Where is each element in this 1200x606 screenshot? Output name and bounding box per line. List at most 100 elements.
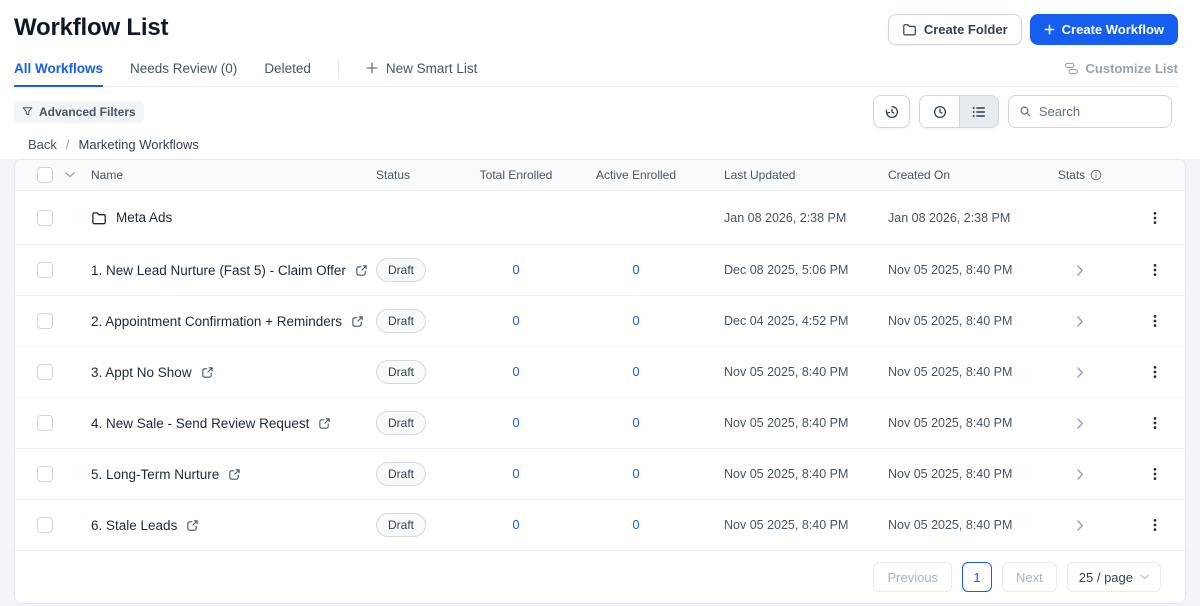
total-enrolled-link[interactable]: 0 — [512, 313, 519, 328]
info-circle-icon[interactable] — [1090, 169, 1102, 181]
last-updated-cell: Dec 04 2025, 4:52 PM — [724, 314, 849, 328]
row-actions-button[interactable] — [1147, 258, 1163, 282]
clock-icon — [933, 105, 946, 118]
history-button[interactable] — [873, 95, 910, 128]
list-view-toggle[interactable] — [959, 96, 998, 127]
workflow-table: Name Status Total Enrolled Active Enroll… — [14, 159, 1186, 604]
row-checkbox[interactable] — [37, 364, 53, 380]
created-on-cell: Nov 05 2025, 8:40 PM — [888, 518, 1013, 532]
row-expand-button[interactable] — [1073, 363, 1088, 382]
external-link-icon[interactable] — [228, 468, 241, 481]
workflow-name[interactable]: 5. Long-Term Nurture — [91, 467, 219, 482]
external-link-icon[interactable] — [201, 366, 214, 379]
tab-divider — [337, 60, 339, 78]
row-actions-button[interactable] — [1147, 309, 1163, 333]
total-enrolled-link[interactable]: 0 — [512, 466, 519, 481]
page-size-select[interactable]: 25 / page — [1066, 562, 1161, 592]
active-enrolled-link[interactable]: 0 — [632, 415, 639, 430]
table-row[interactable]: 6. Stale Leads Draft 0 0 Nov 05 2025, 8:40 P… — [15, 499, 1185, 550]
external-link-icon[interactable] — [355, 264, 368, 277]
created-on-cell: Nov 05 2025, 8:40 PM — [888, 467, 1013, 481]
external-link-icon[interactable] — [318, 417, 331, 430]
customize-list-label: Customize List — [1085, 61, 1178, 76]
create-folder-label: Create Folder — [923, 22, 1008, 37]
funnel-icon — [22, 107, 33, 116]
workflow-name[interactable]: 4. New Sale - Send Review Request — [91, 416, 309, 431]
list-view-icon — [972, 106, 985, 117]
row-expand-button[interactable] — [1073, 261, 1088, 280]
magnifier-icon — [1020, 106, 1031, 117]
kebab-menu-icon — [1153, 211, 1157, 224]
customize-list-icon — [1064, 62, 1078, 75]
new-smart-list-button[interactable]: New Smart List — [366, 61, 477, 86]
active-enrolled-link[interactable]: 0 — [632, 364, 639, 379]
kebab-menu-icon — [1153, 366, 1157, 378]
total-enrolled-link[interactable]: 0 — [512, 517, 519, 532]
total-enrolled-link[interactable]: 0 — [512, 415, 519, 430]
row-actions-button[interactable] — [1147, 360, 1163, 384]
active-enrolled-link[interactable]: 0 — [632, 517, 639, 532]
tab-bar: All Workflows Needs Review (0) Deleted N… — [14, 60, 1178, 87]
external-link-icon[interactable] — [351, 315, 364, 328]
active-enrolled-link[interactable]: 0 — [632, 313, 639, 328]
last-updated-cell: Nov 05 2025, 8:40 PM — [724, 365, 849, 379]
create-folder-button[interactable]: Create Folder — [887, 14, 1022, 45]
plus-icon — [1044, 24, 1055, 35]
total-enrolled-link[interactable]: 0 — [512, 262, 519, 277]
folder-name[interactable]: Meta Ads — [116, 210, 172, 225]
table-row[interactable]: 4. New Sale - Send Review Request Draft 0 0… — [15, 397, 1185, 448]
row-expand-button[interactable] — [1073, 414, 1088, 433]
chevron-right-icon — [1076, 468, 1083, 480]
view-toggle — [919, 95, 999, 128]
active-enrolled-link[interactable]: 0 — [632, 262, 639, 277]
workflow-name[interactable]: 6. Stale Leads — [91, 518, 177, 533]
table-row[interactable]: 3. Appt No Show Draft 0 0 Nov 05 2025, 8:40 … — [15, 346, 1185, 397]
page-number-button[interactable]: 1 — [962, 562, 993, 592]
table-row[interactable]: Meta Ads Jan 08 2026, 2:38 PM Jan 08 2026,… — [15, 191, 1185, 244]
created-on-cell: Nov 05 2025, 8:40 PM — [888, 365, 1013, 379]
workflow-name[interactable]: 2. Appointment Confirmation + Reminders — [91, 314, 342, 329]
row-actions-button[interactable] — [1147, 513, 1163, 537]
row-expand-button[interactable] — [1073, 465, 1088, 484]
tab-needs-review[interactable]: Needs Review (0) — [130, 61, 237, 86]
total-enrolled-link[interactable]: 0 — [512, 364, 519, 379]
row-actions-button[interactable] — [1147, 462, 1163, 486]
breadcrumb-back-link[interactable]: Back — [28, 137, 57, 152]
row-checkbox[interactable] — [37, 415, 53, 431]
active-enrolled-link[interactable]: 0 — [632, 466, 639, 481]
advanced-filters-button[interactable]: Advanced Filters — [14, 100, 144, 123]
create-workflow-button[interactable]: Create Workflow — [1029, 14, 1178, 45]
next-page-button[interactable]: Next — [1002, 562, 1057, 592]
search-input[interactable] — [1038, 104, 1161, 119]
kebab-menu-icon — [1153, 468, 1157, 480]
customize-list-button[interactable]: Customize List — [1064, 61, 1178, 86]
workflow-name[interactable]: 1. New Lead Nurture (Fast 5) - Claim Off… — [91, 263, 346, 278]
row-checkbox[interactable] — [37, 262, 53, 278]
row-expand-button[interactable] — [1073, 516, 1088, 535]
row-checkbox[interactable] — [37, 466, 53, 482]
tab-deleted[interactable]: Deleted — [264, 61, 311, 86]
status-badge: Draft — [376, 462, 427, 486]
external-link-icon[interactable] — [186, 519, 199, 532]
table-row[interactable]: 1. New Lead Nurture (Fast 5) - Claim Off… — [15, 244, 1185, 295]
kebab-menu-icon — [1153, 417, 1157, 429]
row-expand-button[interactable] — [1073, 312, 1088, 331]
column-header-stats: Stats — [1057, 168, 1086, 182]
last-updated-cell: Nov 05 2025, 8:40 PM — [724, 467, 849, 481]
workflow-name[interactable]: 3. Appt No Show — [91, 365, 192, 380]
page-size-label: 25 / page — [1078, 569, 1133, 585]
previous-page-button[interactable]: Previous — [873, 562, 953, 592]
row-checkbox[interactable] — [37, 313, 53, 329]
row-actions-button[interactable] — [1147, 411, 1163, 435]
row-actions-button[interactable] — [1147, 206, 1163, 230]
row-checkbox[interactable] — [37, 209, 53, 226]
clock-view-toggle[interactable] — [920, 96, 959, 127]
table-row[interactable]: 5. Long-Term Nurture Draft 0 0 Nov 05 2025, … — [15, 448, 1185, 499]
history-icon — [885, 105, 898, 118]
tab-all-workflows[interactable]: All Workflows — [14, 61, 104, 87]
chevron-down-icon[interactable] — [65, 172, 75, 178]
select-all-checkbox[interactable] — [37, 167, 53, 183]
table-row[interactable]: 2. Appointment Confirmation + Reminders D… — [15, 295, 1185, 346]
last-updated-cell: Nov 05 2025, 8:40 PM — [724, 416, 849, 430]
row-checkbox[interactable] — [37, 517, 53, 533]
